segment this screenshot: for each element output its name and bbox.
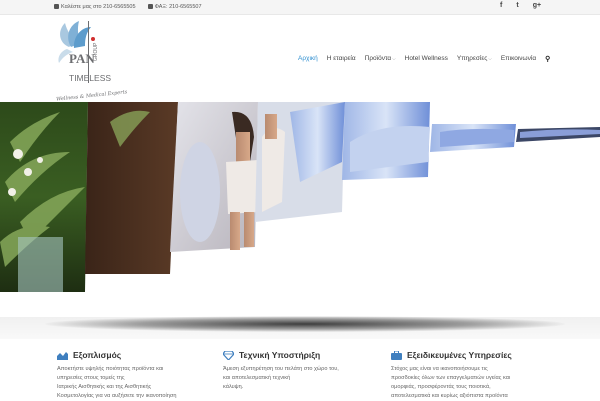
- feature-title-text: Εξειδικευμένες Υπηρεσίες: [407, 350, 512, 360]
- desc-line: Άμεση εξυπηρέτηση του πελάτη στο χώρο το…: [223, 366, 339, 372]
- desc-line: προσδοκίες όλων των επαγγελματιών υγείας…: [391, 375, 511, 381]
- contact-info: Καλέστε μας στο 210-6565505 ΦΑΞ: 210-656…: [54, 4, 202, 10]
- facebook-icon[interactable]: f: [500, 2, 502, 9]
- feature-title: Τεχνική Υποστήριξη: [223, 350, 383, 360]
- nav-label: Επικοινωνία: [500, 55, 537, 62]
- feature-description: Στόχος μας είναι να ικανοποιήσουμε τις π…: [391, 365, 571, 401]
- briefcase-icon: [391, 350, 402, 360]
- feature-tech-support: Τεχνική Υποστήριξη Άμεση εξυπηρέτηση του…: [223, 350, 383, 392]
- feature-description: Άμεση εξυπηρέτηση του πελάτη στο χώρο το…: [223, 365, 383, 392]
- hero-image: [0, 102, 600, 292]
- desc-line: ομορφιάς, προσφέροντάς τους ποιοτικά,: [391, 384, 491, 390]
- features-section: Εξοπλισμός Αποκτήστε υψηλής ποιότητας πρ…: [0, 340, 600, 400]
- hero-shadow: [45, 316, 565, 332]
- fax-icon: [147, 4, 153, 9]
- site-logo[interactable]: PAN GROUP TIMELESS Wellness & Medical Ex…: [55, 17, 127, 101]
- top-bar: Καλέστε μας στο 210-6565505 ΦΑΞ: 210-656…: [0, 0, 600, 15]
- chevron-down-icon: ⌵: [488, 56, 492, 61]
- nav-item-services[interactable]: Υπηρεσίες⌵: [457, 55, 492, 63]
- fax-info: ΦΑΞ: 210-6565507: [147, 4, 202, 10]
- feature-title-text: Τεχνική Υποστήριξη: [239, 350, 321, 360]
- desc-line: Ιατρικής Αισθητικής και της Αισθητικής: [57, 384, 152, 390]
- feature-title: Εξειδικευμένες Υπηρεσίες: [391, 350, 571, 360]
- nav-item-company[interactable]: Η εταιρεία: [327, 55, 356, 63]
- hero-slider[interactable]: [0, 102, 600, 317]
- feature-equipment: Εξοπλισμός Αποκτήστε υψηλής ποιότητας πρ…: [57, 350, 217, 401]
- social-links: f t g+: [500, 2, 541, 9]
- phone-icon: [54, 4, 59, 9]
- chart-icon: [57, 351, 68, 360]
- feature-title-text: Εξοπλισμός: [73, 350, 122, 360]
- fax-text: ΦΑΞ: 210-6565507: [154, 4, 202, 10]
- logo-tagline: Wellness & Medical Experts!: [56, 89, 127, 101]
- feature-specialized-services: Εξειδικευμένες Υπηρεσίες Στόχος μας είνα…: [391, 350, 571, 401]
- desc-line: Αποκτήστε υψηλής ποιότητας προϊόντα και: [57, 366, 164, 372]
- desc-line: και αποτελεσματική τεχνική: [223, 375, 291, 381]
- nav-label: Η εταιρεία: [326, 55, 356, 62]
- nav-item-hotel-wellness[interactable]: Hotel Wellness: [405, 55, 448, 63]
- nav-item-contact[interactable]: Επικοινωνία: [501, 55, 536, 63]
- search-icon[interactable]: ⚲: [545, 55, 550, 63]
- nav-item-home[interactable]: Αρχική: [298, 55, 318, 63]
- logo-pan-text: PAN: [69, 51, 95, 66]
- phone-info: Καλέστε μας στο 210-6565505: [54, 4, 136, 10]
- chevron-down-icon: ⌵: [392, 56, 396, 61]
- nav-label: Προϊόντα: [364, 55, 392, 62]
- desc-line: υπηρεσίες στους τομείς της: [57, 375, 125, 381]
- feature-title: Εξοπλισμός: [57, 350, 217, 360]
- desc-line: Στόχος μας είναι να ικανοποιήσουμε τις: [391, 366, 488, 372]
- feature-description: Αποκτήστε υψηλής ποιότητας προϊόντα και …: [57, 365, 217, 401]
- nav-label: Αρχική: [298, 55, 318, 62]
- phone-text: Καλέστε μας στο 210-6565505: [61, 4, 136, 10]
- diamond-icon: [223, 350, 234, 360]
- site-header: PAN GROUP TIMELESS Wellness & Medical Ex…: [0, 15, 600, 102]
- nav-label: Υπηρεσίες: [456, 55, 488, 62]
- google-plus-icon[interactable]: g+: [533, 2, 541, 9]
- main-nav: Αρχική Η εταιρεία Προϊόντα⌵ Hotel Wellne…: [298, 55, 550, 63]
- nav-label: Hotel Wellness: [404, 55, 448, 62]
- twitter-icon[interactable]: t: [516, 2, 518, 9]
- nav-item-products[interactable]: Προϊόντα⌵: [365, 55, 396, 63]
- logo-group-text: GROUP: [93, 42, 99, 61]
- desc-line: κάλυψη.: [223, 384, 244, 390]
- logo-timeless-text: TIMELESS: [69, 73, 111, 83]
